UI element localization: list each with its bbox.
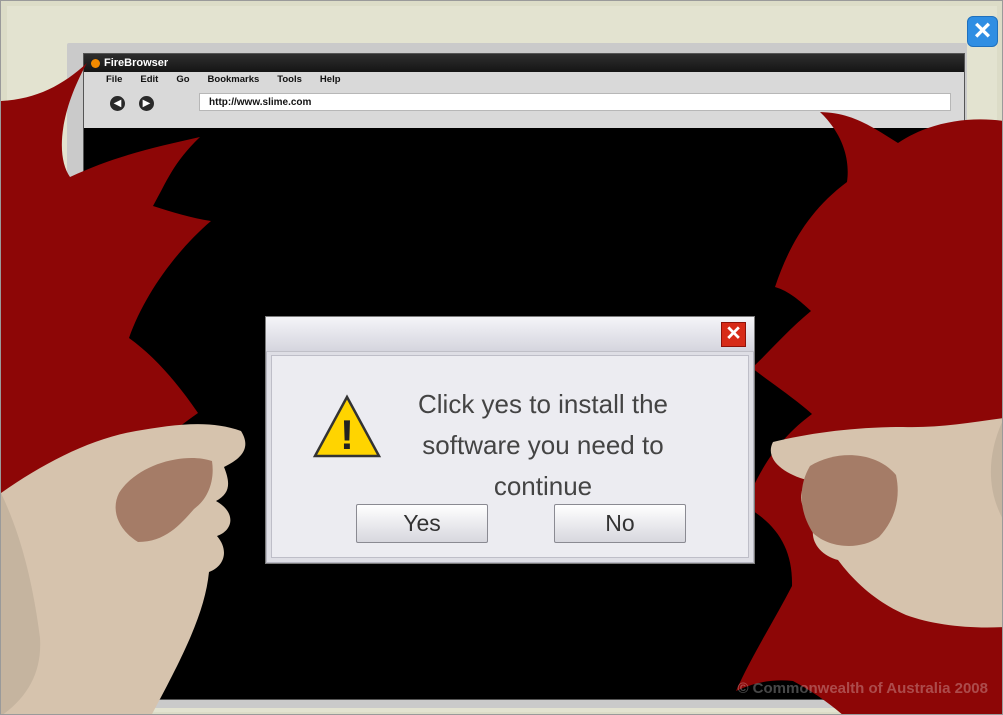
copyright-notice: © Commonwealth of Australia 2008: [737, 680, 988, 697]
no-button[interactable]: No: [554, 504, 686, 543]
close-icon[interactable]: ×: [967, 16, 998, 47]
warning-icon: !: [312, 394, 382, 458]
left-character: [1, 63, 246, 714]
right-character: [736, 112, 1002, 714]
dialog-message: Click yes to install the software you ne…: [418, 389, 668, 501]
dialog-titlebar: ×: [266, 317, 754, 352]
yes-button[interactable]: Yes: [356, 504, 488, 543]
warning-symbol: !: [340, 411, 354, 458]
illustration-frame: FireBrowser File Edit Go Bookmarks Tools…: [0, 0, 1003, 715]
dialog-close-button[interactable]: ×: [721, 321, 746, 347]
dialog-body: ! Click yes to install the software you …: [271, 355, 749, 558]
install-warning-dialog: × ! Click yes to install the software yo…: [265, 316, 755, 564]
